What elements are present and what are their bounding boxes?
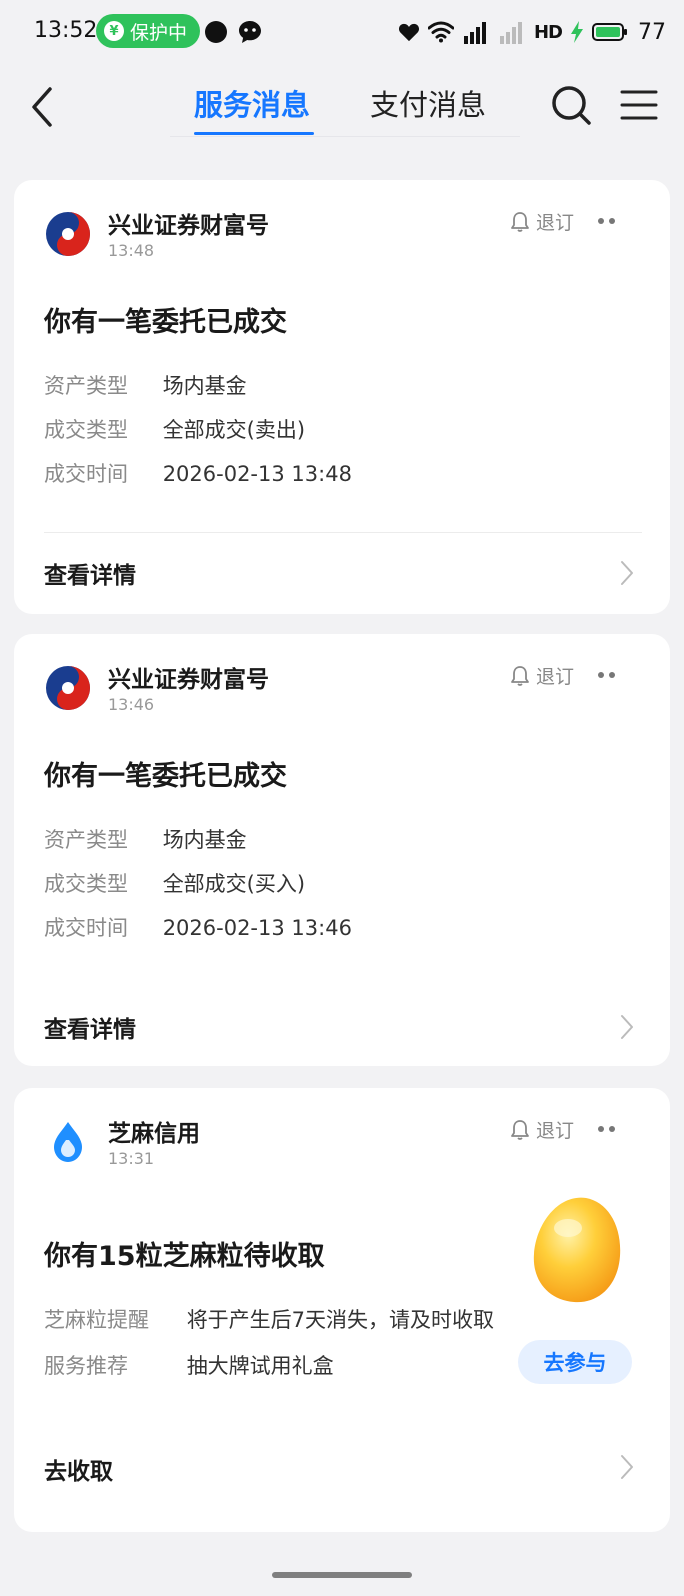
message-time: 13:48: [108, 241, 155, 260]
message-headline: 你有一笔委托已成交: [44, 307, 287, 338]
unsubscribe-label: 退订: [536, 666, 575, 688]
status-right: HD 77: [398, 14, 666, 50]
signal-icon: [499, 22, 522, 44]
chat-bubble-icon: [239, 21, 261, 43]
protect-badge: ¥ 保护中: [96, 14, 200, 48]
message-time: 13:31: [108, 1149, 155, 1168]
detail-row: 成交类型 全部成交(卖出): [44, 414, 305, 444]
detail-row: 成交时间 2026-02-13 13:48: [44, 458, 352, 488]
unsubscribe-button[interactable]: 退订: [510, 1116, 574, 1143]
sesame-credit-logo-icon: [54, 1122, 82, 1162]
tab-service-messages[interactable]: 服务消息: [194, 82, 310, 124]
detail-key: 服务推荐: [44, 1354, 128, 1378]
tab-bar: 服务消息 支付消息: [170, 64, 520, 144]
detail-key: 资产类型: [44, 828, 128, 852]
chevron-right-icon: [621, 1455, 633, 1479]
more-options-icon[interactable]: [598, 668, 622, 682]
shield-icon: ¥: [104, 21, 124, 41]
status-bar: 13:52 ¥ 保护中 HD 77: [0, 0, 684, 64]
detail-row: 成交类型 全部成交(买入): [44, 868, 305, 898]
network-label: HD: [533, 21, 563, 43]
detail-value: 全部成交(买入): [162, 872, 306, 896]
tab-baseline: [170, 136, 520, 137]
unsubscribe-label: 退订: [536, 212, 575, 234]
bell-icon: [511, 1119, 529, 1140]
home-indicator[interactable]: [272, 1572, 412, 1578]
tab-payment-messages[interactable]: 支付消息: [370, 82, 486, 124]
detail-value: 全部成交(卖出): [162, 418, 306, 442]
more-options-icon[interactable]: [598, 214, 622, 228]
signal-5g-icon: [463, 22, 486, 44]
chevron-right-icon: [621, 561, 633, 585]
unsubscribe-button[interactable]: 退订: [510, 662, 574, 689]
menu-icon[interactable]: [620, 88, 658, 122]
detail-value: 场内基金: [162, 828, 247, 852]
more-options-icon[interactable]: [598, 1122, 622, 1136]
nav-header: 服务消息 支付消息: [0, 64, 684, 160]
protect-label: 保护中: [130, 21, 188, 44]
view-details-link[interactable]: 查看详情: [44, 556, 136, 590]
detail-value: 场内基金: [162, 374, 247, 398]
industrial-securities-logo-icon: [46, 212, 90, 256]
back-button[interactable]: [22, 82, 62, 132]
detail-value: 2026-02-13 13:46: [162, 916, 352, 940]
sender-name: 芝麻信用: [108, 1121, 200, 1147]
status-time: 13:52: [34, 18, 98, 43]
detail-key: 资产类型: [44, 374, 128, 398]
chevron-right-icon: [621, 1015, 633, 1039]
heart-icon: [398, 23, 420, 42]
detail-key: 成交类型: [44, 418, 128, 442]
unsubscribe-button[interactable]: 退订: [510, 208, 574, 235]
message-card[interactable]: 兴业证券财富号 13:48 退订 你有一笔委托已成交 资产类型 场内基金 成交类…: [14, 180, 670, 614]
bell-icon: [511, 665, 529, 686]
detail-row: 资产类型 场内基金: [44, 824, 247, 854]
detail-key: 成交时间: [44, 462, 128, 486]
bell-icon: [511, 211, 529, 232]
sender-name: 兴业证券财富号: [108, 213, 269, 239]
charging-icon: [571, 21, 583, 43]
detail-row: 资产类型 场内基金: [44, 370, 247, 400]
sesame-seed-icon: [533, 1197, 621, 1303]
sender-name: 兴业证券财富号: [108, 667, 269, 693]
battery-percent: 77: [638, 19, 666, 45]
view-details-link[interactable]: 查看详情: [44, 1010, 136, 1044]
message-headline: 你有15粒芝麻粒待收取: [44, 1241, 325, 1272]
message-headline: 你有一笔委托已成交: [44, 761, 287, 792]
detail-key: 成交类型: [44, 872, 128, 896]
detail-row: 芝麻粒提醒 将于产生后7天消失，请及时收取: [44, 1304, 494, 1334]
app-dot-icon: [205, 21, 227, 43]
wifi-icon: [427, 21, 454, 43]
battery-icon: [592, 23, 627, 41]
detail-value: 将于产生后7天消失，请及时收取: [186, 1308, 495, 1332]
industrial-securities-logo-icon: [46, 666, 90, 710]
unsubscribe-label: 退订: [536, 1120, 575, 1142]
tab-active-indicator: [194, 132, 314, 135]
divider: [44, 532, 642, 533]
detail-key: 芝麻粒提醒: [44, 1308, 149, 1332]
detail-value: 2026-02-13 13:48: [162, 462, 352, 486]
collect-link[interactable]: 去收取: [44, 1452, 113, 1486]
detail-row: 成交时间 2026-02-13 13:46: [44, 912, 352, 942]
message-time: 13:46: [108, 695, 155, 714]
detail-key: 成交时间: [44, 916, 128, 940]
detail-row: 服务推荐 抽大牌试用礼盒: [44, 1350, 334, 1380]
recommend-link[interactable]: 抽大牌试用礼盒: [187, 1350, 334, 1380]
message-card[interactable]: 兴业证券财富号 13:46 退订 你有一笔委托已成交 资产类型 场内基金 成交类…: [14, 634, 670, 1066]
search-icon[interactable]: [550, 84, 592, 126]
message-card[interactable]: 芝麻信用 13:31 退订 你有15粒芝麻粒待收取 芝麻粒提醒 将于产生后7天消…: [14, 1088, 670, 1532]
join-button[interactable]: 去参与: [518, 1340, 632, 1384]
